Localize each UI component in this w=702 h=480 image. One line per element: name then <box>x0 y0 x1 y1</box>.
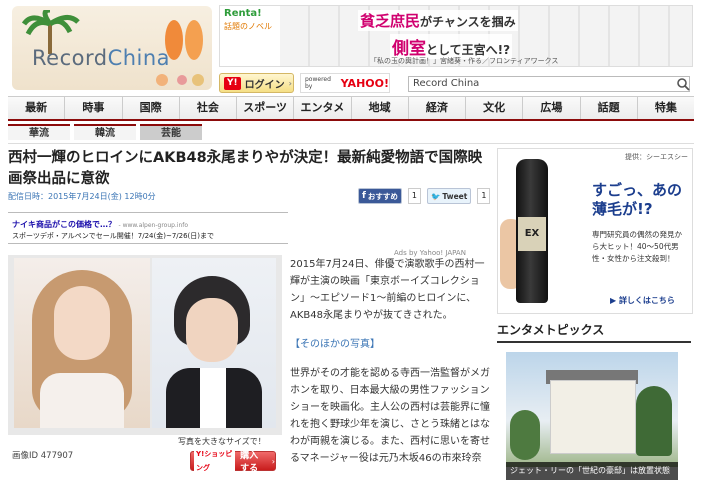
nav-item-international[interactable]: 国際 <box>123 97 180 119</box>
rental-logo: Renta! 話題のノベル <box>222 8 278 58</box>
photo-actor <box>152 258 276 428</box>
search-input[interactable]: Record China <box>408 76 690 92</box>
divider <box>8 143 694 144</box>
banner-credit: 「私の玉の輿計画！」宮緒葵・作る／フロンティアワークス <box>370 57 559 65</box>
ad-provider: 提供：シーエスシー <box>625 153 688 161</box>
nav-item-economy[interactable]: 経済 <box>409 97 466 119</box>
buy-button[interactable]: Y!ショッピング 購入する › <box>190 447 276 475</box>
product-bottle: EX <box>516 159 548 303</box>
article-body: 2015年7月24日、俳優で演歌歌手の西村一輝が主演の映画「東京ボーイズコレクシ… <box>290 256 490 479</box>
inline-text-ad[interactable]: ナイキ商品がこの価格で…？ - www.alpen-group.info スポー… <box>8 212 288 244</box>
entertainment-topic-image[interactable] <box>506 352 678 467</box>
nav-item-plaza[interactable]: 広場 <box>523 97 581 119</box>
facebook-recommend-button[interactable]: f おすすめ <box>358 188 402 204</box>
subnav-item-entertainment[interactable]: 芸能 <box>140 124 202 140</box>
nav-item-features[interactable]: 特集 <box>638 97 694 119</box>
image-id: 画像ID 477907 <box>12 451 74 461</box>
tweet-button[interactable]: 🐦 Tweet <box>427 188 472 204</box>
chevron-right-icon: › <box>288 78 292 88</box>
facebook-icon: f <box>362 191 366 201</box>
yahoo-icon: Y! <box>224 76 241 90</box>
side-ad-detail-link[interactable]: ▶ 詳しくはこちら <box>610 295 675 306</box>
side-ad-headline: すごっ、あの薄毛が!? <box>592 181 683 218</box>
shells-icon <box>156 74 204 86</box>
banner-ad[interactable]: Renta! 話題のノベル 貧乏庶民がチャンスを掴み 側室として王宮へ!? 「私… <box>219 5 693 67</box>
nav-item-society[interactable]: 社会 <box>180 97 237 119</box>
entertainment-topic-caption[interactable]: ジェット・リーの「世紀の豪邸」は放置状態 <box>506 462 678 480</box>
article-photo[interactable] <box>8 255 282 435</box>
nav-item-latest[interactable]: 最新 <box>8 97 66 119</box>
sub-nav: 華流 韓流 芸能 <box>8 124 208 140</box>
login-button[interactable]: Y! ログイン › <box>219 73 294 93</box>
paragraph-1: 2015年7月24日、俳優で演歌歌手の西村一輝が主演の映画「東京ボーイズコレクシ… <box>290 259 485 321</box>
nav-item-region[interactable]: 地域 <box>352 97 409 119</box>
ad-description: スポーツデポ・アルペンでセール開催！7/24(金)~7/26(日)まで <box>12 232 215 240</box>
side-ad[interactable]: 提供：シーエスシー EX すごっ、あの薄毛が!? 専門研究員の偶然の発見から大ヒ… <box>497 148 693 314</box>
section-title-entertainment: エンタメトピックス <box>497 321 691 343</box>
main-nav: 最新 時事 国際 社会 スポーツ エンタメ 地域 経済 文化 広場 話題 特集 <box>8 96 694 121</box>
nav-item-sports[interactable]: スポーツ <box>237 97 295 119</box>
article-title: 西村一輝のヒロインにAKB48永尾まりやが決定！最新純愛物語で国際映画祭出品に意… <box>8 150 483 187</box>
search-icon[interactable] <box>676 77 690 91</box>
banner-headline-1: 貧乏庶民がチャンスを掴み <box>358 10 518 31</box>
enlarge-photo-link[interactable]: 写真を大きなサイズで！ <box>178 436 266 447</box>
photo-actress <box>14 258 150 428</box>
tweet-count: 1 <box>477 188 491 204</box>
subnav-item-chinese[interactable]: 華流 <box>8 124 70 140</box>
facebook-count: 1 <box>407 188 422 204</box>
nav-item-culture[interactable]: 文化 <box>466 97 524 119</box>
article-date: 配信日時：2015年7月24日(金) 12時0分 <box>8 192 156 201</box>
chevron-right-icon: › <box>271 456 275 466</box>
nav-item-topics[interactable]: 話題 <box>581 97 638 119</box>
share-buttons: f おすすめ 1 🐦 Tweet 1 <box>358 188 491 204</box>
site-logo[interactable]: RecordChina <box>12 6 212 90</box>
nav-item-current-affairs[interactable]: 時事 <box>65 97 123 119</box>
powered-by-yahoo: powered by YAHOO! <box>300 73 390 93</box>
logo-text: RecordChina <box>32 46 171 70</box>
ad-domain: - www.alpen-group.info <box>118 222 189 229</box>
paragraph-2: 世界がその才能を認める寺西一浩監督がメガホンを取り、日本最大級の男性ファッション… <box>290 368 490 464</box>
subnav-item-korean[interactable]: 韓流 <box>74 124 136 140</box>
yahoo-shopping-icon: Y!ショッピング <box>194 447 236 475</box>
ad-title-link[interactable]: ナイキ商品がこの価格で…？ <box>12 220 116 229</box>
nav-item-entertainment[interactable]: エンタメ <box>294 97 352 119</box>
side-ad-description: 専門研究員の偶然の発見から大ヒット！40～50代男性・女性から注文殺到！ <box>592 230 682 263</box>
more-photos-link[interactable]: 【そのほかの写真】 <box>290 336 490 353</box>
twitter-bird-icon: 🐦 <box>431 191 441 201</box>
